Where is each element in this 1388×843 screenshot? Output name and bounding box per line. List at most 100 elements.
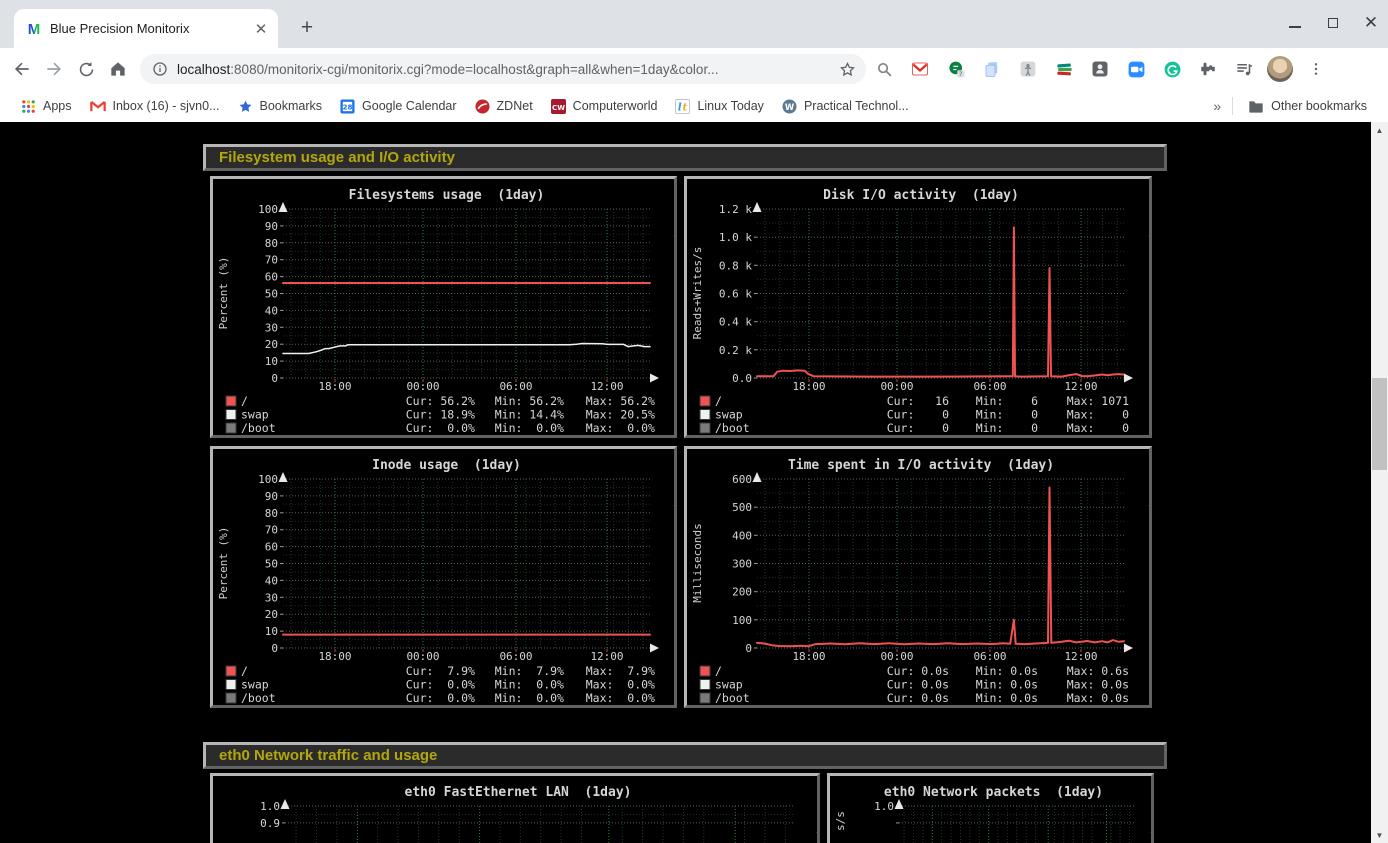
gmail-icon (90, 100, 106, 113)
rrd-graph[interactable]: 1.00.9eth0 FastEthernet LAN (1day)RRDTOO… (213, 776, 820, 843)
svg-text:/boot: /boot (715, 421, 750, 435)
svg-text:Max: 0.6s: Max: 0.6s (1067, 664, 1129, 678)
svg-text:/boot: /boot (241, 691, 276, 705)
tab-close-icon[interactable]: ✕ (252, 20, 270, 38)
svg-text:RRDTOOL / TOBI OETIKER: RRDTOOL / TOBI OETIKER (815, 786, 820, 843)
bookmark-label: Practical Technol... (804, 99, 909, 113)
bookmark-practical-technology[interactable]: W Practical Technol... (773, 94, 918, 118)
linux-today-icon: lt (675, 99, 690, 114)
svg-text:Max: 7.9%: Max: 7.9% (586, 664, 655, 678)
svg-text:0: 0 (745, 642, 752, 655)
svg-text:0: 0 (271, 642, 278, 655)
bookmark-label: Linux Today (697, 99, 764, 113)
bookmarks-overflow-chevron[interactable]: » (1207, 98, 1226, 114)
library-books-extension-icon[interactable] (1046, 54, 1082, 84)
wordpress-icon: W (782, 99, 797, 114)
scroll-up-button[interactable]: ▲ (1371, 122, 1388, 138)
svg-text:RRDTOOL / TOBI OETIKER: RRDTOOL / TOBI OETIKER (672, 459, 677, 585)
svg-text:Min: 7.9%: Min: 7.9% (495, 664, 564, 678)
bookmark-google-calendar[interactable]: 28 Google Calendar (331, 94, 466, 118)
chart-inode-usage[interactable]: 010203040506070809010018:0000:0006:0012:… (210, 446, 677, 708)
grammarly-extension-icon[interactable] (1154, 54, 1190, 84)
svg-text:Percent (%): Percent (%) (217, 257, 230, 330)
home-icon (108, 59, 128, 79)
svg-text:RRDTOOL / TOBI OETIKER: RRDTOOL / TOBI OETIKER (1147, 459, 1152, 585)
svg-text:Cur: 0: Cur: 0 (887, 408, 949, 422)
svg-text:Percent (%): Percent (%) (217, 527, 230, 600)
svg-text:100: 100 (732, 614, 752, 627)
svg-text:80: 80 (265, 237, 278, 250)
svg-text:90: 90 (265, 220, 278, 233)
chrome-menu-button[interactable] (1298, 54, 1334, 84)
svg-text:20: 20 (265, 608, 278, 621)
svg-text:Milliseconds: Milliseconds (691, 523, 704, 602)
gmail-extension-icon[interactable] (902, 54, 938, 84)
scrollbar-thumb[interactable] (1372, 378, 1387, 470)
window-minimize-button[interactable] (1288, 16, 1302, 30)
other-bookmarks[interactable]: Other bookmarks (1239, 94, 1376, 118)
back-arrow-icon (12, 59, 32, 79)
reload-button[interactable] (70, 53, 102, 85)
bookmark-bookmarks[interactable]: Bookmarks (229, 94, 332, 118)
rrd-graph[interactable]: 1.0eth0 Network packets (1day)s/sRRDTOOL… (830, 776, 1154, 843)
chart-eth0-packets[interactable]: 1.0eth0 Network packets (1day)s/sRRDTOOL… (827, 773, 1154, 843)
svg-text:Min: 0.0%: Min: 0.0% (495, 421, 564, 435)
chart-disk-io-activity[interactable]: 0.00.2 k0.4 k0.6 k0.8 k1.0 k1.2 k18:0000… (684, 176, 1152, 438)
svg-text:Max: 20.5%: Max: 20.5% (586, 408, 655, 422)
svg-text:RRDTOOL / TOBI OETIKER: RRDTOOL / TOBI OETIKER (1147, 189, 1152, 315)
svg-text:1.2 k: 1.2 k (719, 203, 752, 216)
svg-text:Cur: 7.9%: Cur: 7.9% (406, 664, 475, 678)
copy-docs-extension-icon[interactable] (974, 54, 1010, 84)
svg-text:Min: 0.0%: Min: 0.0% (495, 691, 564, 705)
svg-text:/: / (241, 394, 248, 408)
playlist-extension-icon[interactable] (1226, 54, 1262, 84)
forward-button[interactable] (38, 53, 70, 85)
svg-text:Max: 0.0s: Max: 0.0s (1067, 691, 1129, 705)
svg-text:Time spent in I/O activity (1: Time spent in I/O activity (1day) (788, 458, 1054, 473)
bookmark-linux-today[interactable]: lt Linux Today (666, 94, 773, 118)
page-info-icon[interactable] (152, 61, 168, 77)
rrd-graph[interactable]: 0.00.2 k0.4 k0.6 k0.8 k1.0 k1.2 k18:0000… (687, 179, 1152, 438)
chart-time-io-activity[interactable]: 010020030040050060018:0000:0006:0012:00T… (684, 446, 1152, 708)
svg-text:50: 50 (265, 558, 278, 571)
svg-text:Cur: 0: Cur: 0 (887, 421, 949, 435)
svg-text:Min: 0.0%: Min: 0.0% (495, 678, 564, 692)
rrd-graph[interactable]: 010020030040050060018:0000:0006:0012:00T… (687, 449, 1152, 708)
url-bar[interactable]: localhost:8080/monitorix-cgi/monitorix.c… (140, 54, 866, 84)
svg-text:60: 60 (265, 541, 278, 554)
svg-text:40: 40 (265, 574, 278, 587)
window-close-button[interactable]: ✕ (1364, 16, 1378, 30)
zoom-extension-icon[interactable] (1118, 54, 1154, 84)
bookmark-zdnet[interactable]: ZDNet (466, 94, 542, 118)
bookmark-star-icon[interactable] (839, 61, 856, 78)
browser-tab[interactable]: M Blue Precision Monitorix ✕ (14, 9, 278, 48)
new-tab-button[interactable]: + (294, 15, 320, 41)
profile-avatar[interactable] (1262, 54, 1298, 84)
url-text[interactable]: localhost:8080/monitorix-cgi/monitorix.c… (177, 62, 830, 77)
rrd-graph[interactable]: 010203040506070809010018:0000:0006:0012:… (213, 449, 677, 708)
svg-text:80: 80 (265, 507, 278, 520)
voice-extension-icon[interactable]: ? (938, 54, 974, 84)
window-maximize-button[interactable] (1326, 16, 1340, 30)
accessibility-extension-icon[interactable] (1010, 54, 1046, 84)
chart-filesystems-usage[interactable]: 010203040506070809010018:0000:0006:0012:… (210, 176, 677, 438)
svg-text:Max: 0: Max: 0 (1067, 408, 1129, 422)
home-button[interactable] (102, 53, 134, 85)
pocket-extension-icon[interactable] (1082, 54, 1118, 84)
bookmark-inbox[interactable]: Inbox (16) - sjvn0... (81, 94, 229, 118)
bookmark-label: Apps (43, 99, 72, 113)
folder-icon (1248, 99, 1264, 113)
scroll-down-button[interactable]: ▼ (1371, 827, 1388, 843)
section-header-eth0: eth0 Network traffic and usage (203, 742, 1167, 769)
svg-text:600: 600 (732, 473, 752, 486)
chart-eth0-lan[interactable]: 1.00.9eth0 FastEthernet LAN (1day)RRDTOO… (210, 773, 820, 843)
search-extension-icon[interactable] (866, 54, 902, 84)
bookmark-apps[interactable]: Apps (12, 94, 81, 118)
svg-text:Max: 0: Max: 0 (1067, 421, 1129, 435)
svg-text:Min: 0.0s: Min: 0.0s (976, 664, 1038, 678)
zdnet-icon (475, 99, 490, 114)
rrd-graph[interactable]: 010203040506070809010018:0000:0006:0012:… (213, 179, 677, 438)
bookmark-computerworld[interactable]: CW Computerworld (542, 94, 667, 118)
extensions-puzzle-icon[interactable] (1190, 54, 1226, 84)
back-button[interactable] (6, 53, 38, 85)
